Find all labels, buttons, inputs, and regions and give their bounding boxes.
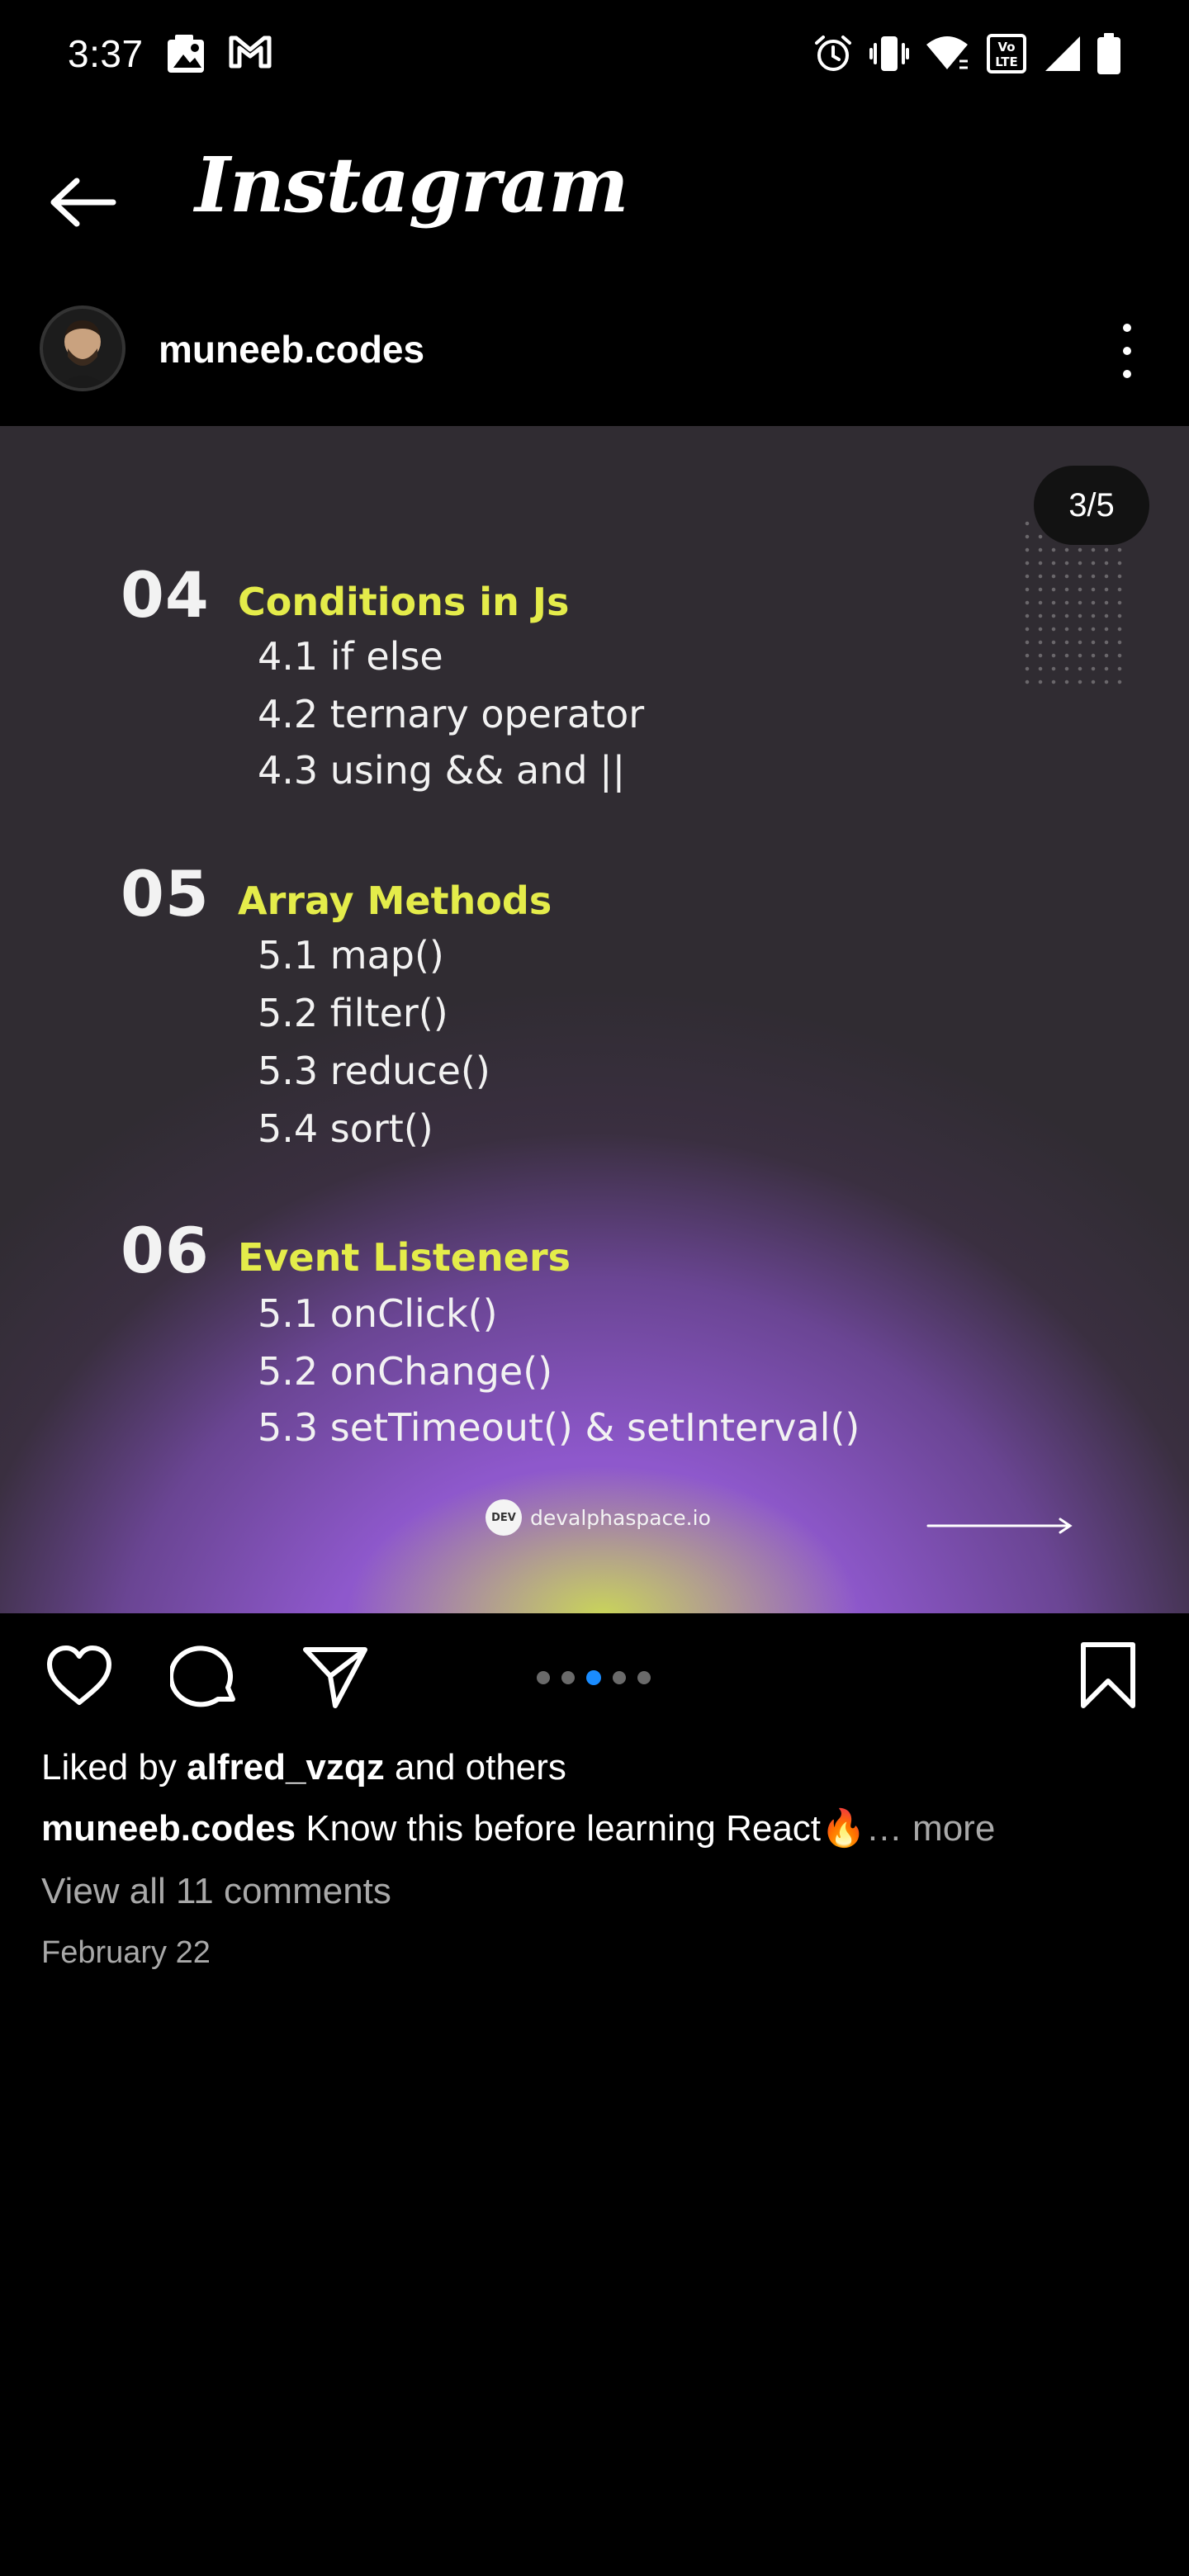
section-title: Event Listeners (238, 1235, 571, 1280)
post-username[interactable]: muneeb.codes (159, 327, 424, 372)
likes-summary: Liked by alfred_vzqz and others (41, 1747, 566, 1788)
carousel-indicator (537, 1670, 651, 1685)
save-button[interactable] (1075, 1640, 1141, 1717)
avatar[interactable] (40, 305, 126, 391)
next-arrow-icon (926, 1516, 1075, 1540)
more-options-icon-dot (1123, 370, 1131, 378)
back-arrow-icon (50, 178, 116, 227)
section-item: 5.1 map() (258, 933, 444, 978)
comment-icon (168, 1646, 235, 1707)
svg-text:LTE: LTE (995, 54, 1018, 69)
heart-icon (47, 1646, 111, 1705)
share-button[interactable] (299, 1640, 372, 1717)
carousel-dot (637, 1671, 651, 1684)
section-item: 5.4 sort() (258, 1106, 433, 1151)
section-item: 5.3 setTimeout() & setInterval() (258, 1405, 860, 1450)
section-number: 06 (121, 1214, 210, 1287)
view-comments-link[interactable]: View all 11 comments (41, 1871, 391, 1912)
alarm-icon (812, 33, 854, 78)
wifi-icon (923, 33, 971, 78)
volte-icon: Vo LTE (986, 33, 1030, 78)
post-actions (0, 1635, 1189, 1726)
post-header: muneeb.codes (0, 296, 1189, 403)
section-item: 5.3 reduce() (258, 1049, 490, 1093)
brand-logo: DEV (486, 1499, 522, 1536)
more-options-icon (1123, 324, 1131, 332)
section-item: 4.3 using && and || (258, 748, 626, 793)
likes-prefix: Liked by (41, 1747, 177, 1788)
brand-text: devalphaspace.io (530, 1505, 711, 1530)
section-title: Conditions in Js (238, 580, 570, 624)
comment-button[interactable] (168, 1640, 243, 1717)
svg-text:Vo: Vo (997, 40, 1015, 54)
carousel-dot-active (586, 1670, 601, 1685)
post-date: February 22 (41, 1935, 211, 1970)
app-header: Instagram (0, 124, 1189, 272)
section-title: Array Methods (238, 878, 552, 923)
section-item: 5.1 onClick() (258, 1291, 498, 1336)
gallery-icon (165, 33, 210, 80)
status-bar: 3:37 Vo LTE (0, 0, 1189, 107)
status-time: 3:37 (68, 32, 144, 75)
like-button[interactable] (43, 1640, 116, 1717)
section-item: 4.2 ternary operator (258, 692, 645, 736)
post-image-carousel[interactable]: 3/5 04 Conditions in Js 4.1 if else 4.2 … (0, 426, 1189, 1613)
back-button[interactable] (38, 157, 129, 248)
more-options-button[interactable] (1098, 314, 1156, 388)
bookmark-icon (1081, 1642, 1135, 1708)
carousel-dot (561, 1671, 575, 1684)
instagram-logo: Instagram (195, 140, 629, 230)
section-item: 5.2 filter() (258, 991, 448, 1035)
section-number: 05 (121, 857, 210, 930)
carousel-dot (613, 1671, 626, 1684)
page-counter-badge: 3/5 (1034, 466, 1149, 545)
post-caption: muneeb.codes Know this before learning R… (41, 1807, 995, 1849)
battery-icon (1095, 33, 1123, 80)
vibrate-icon (869, 33, 910, 78)
caption-text: Know this before learning React🔥 (306, 1808, 866, 1849)
share-icon (303, 1647, 367, 1708)
likes-suffix[interactable]: and others (395, 1747, 566, 1788)
more-options-icon-dot (1123, 347, 1131, 355)
signal-icon (1042, 33, 1083, 78)
caption-username[interactable]: muneeb.codes (41, 1808, 296, 1849)
section-number: 04 (121, 558, 210, 632)
section-item: 5.2 onChange() (258, 1349, 553, 1394)
section-item: 4.1 if else (258, 634, 443, 679)
brand-watermark: DEV devalphaspace.io (486, 1499, 711, 1536)
caption-more-link[interactable]: … more (866, 1808, 995, 1849)
carousel-dot (537, 1671, 550, 1684)
liked-by-user[interactable]: alfred_vzqz (187, 1747, 385, 1788)
gmail-icon (228, 33, 272, 75)
